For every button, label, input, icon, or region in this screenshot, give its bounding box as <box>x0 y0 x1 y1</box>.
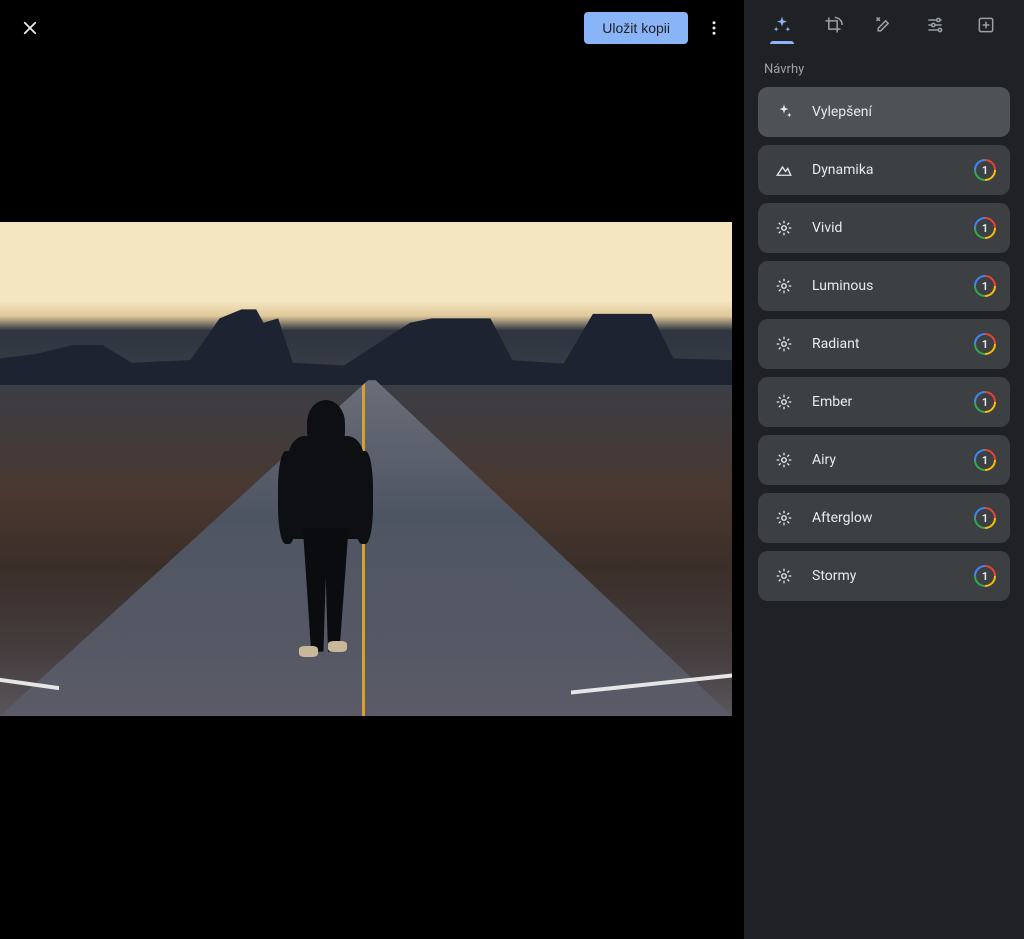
sparkle-icon <box>772 103 796 121</box>
suggestion-card[interactable]: Vylepšení <box>758 87 1010 137</box>
google-one-badge: 1 <box>974 275 996 297</box>
google-one-badge: 1 <box>974 565 996 587</box>
sunburst-icon <box>772 509 796 527</box>
google-one-badge: 1 <box>974 217 996 239</box>
suggestion-card[interactable]: Stormy1 <box>758 551 1010 601</box>
save-copy-button[interactable]: Uložit kopii <box>584 12 688 44</box>
crop-rotate-icon <box>823 15 843 35</box>
tools-icon <box>874 15 894 35</box>
section-title-suggestions: Návrhy <box>744 44 1024 87</box>
dynamic-icon <box>772 161 796 179</box>
more-vert-icon <box>705 19 723 37</box>
filters-icon <box>976 15 996 35</box>
suggestion-card-label: Radiant <box>812 336 974 352</box>
suggestion-card-label: Afterglow <box>812 510 974 526</box>
suggestion-card[interactable]: Afterglow1 <box>758 493 1010 543</box>
suggestion-card[interactable]: Ember1 <box>758 377 1010 427</box>
sunburst-icon <box>772 277 796 295</box>
google-one-badge: 1 <box>974 391 996 413</box>
photo-preview[interactable] <box>0 222 732 716</box>
tab-suggestions[interactable] <box>766 7 798 43</box>
suggestion-card-label: Dynamika <box>812 162 974 178</box>
suggestion-card-list: Vylepšení Dynamika1 Vivid1 Luminous1 Rad… <box>744 87 1024 601</box>
panel-tabs <box>744 0 1024 44</box>
google-one-badge: 1 <box>974 333 996 355</box>
tab-adjust[interactable] <box>919 7 951 43</box>
edit-side-panel: Návrhy Vylepšení Dynamika1 Vivid1 Lumino… <box>744 0 1024 939</box>
google-one-badge: 1 <box>974 449 996 471</box>
editor-canvas: Uložit kopii <box>0 0 744 939</box>
suggestion-card[interactable]: Dynamika1 <box>758 145 1010 195</box>
suggestion-card-label: Ember <box>812 394 974 410</box>
suggestion-card[interactable]: Radiant1 <box>758 319 1010 369</box>
sunburst-icon <box>772 219 796 237</box>
sparkle-icon <box>772 15 792 35</box>
close-icon <box>21 19 39 37</box>
sunburst-icon <box>772 393 796 411</box>
suggestion-card-label: Vivid <box>812 220 974 236</box>
close-button[interactable] <box>10 8 50 48</box>
sunburst-icon <box>772 567 796 585</box>
google-one-badge: 1 <box>974 507 996 529</box>
suggestion-card[interactable]: Luminous1 <box>758 261 1010 311</box>
google-one-badge: 1 <box>974 159 996 181</box>
tab-tools[interactable] <box>868 7 900 43</box>
sunburst-icon <box>772 335 796 353</box>
suggestion-card[interactable]: Vivid1 <box>758 203 1010 253</box>
suggestion-card-label: Airy <box>812 452 974 468</box>
tab-crop[interactable] <box>817 7 849 43</box>
sunburst-icon <box>772 451 796 469</box>
suggestion-card-label: Stormy <box>812 568 974 584</box>
tab-filters[interactable] <box>970 7 1002 43</box>
more-options-button[interactable] <box>694 8 734 48</box>
suggestion-card-label: Vylepšení <box>812 104 996 120</box>
suggestion-card-label: Luminous <box>812 278 974 294</box>
canvas-topbar: Uložit kopii <box>0 0 744 56</box>
sliders-icon <box>925 15 945 35</box>
suggestion-card[interactable]: Airy1 <box>758 435 1010 485</box>
